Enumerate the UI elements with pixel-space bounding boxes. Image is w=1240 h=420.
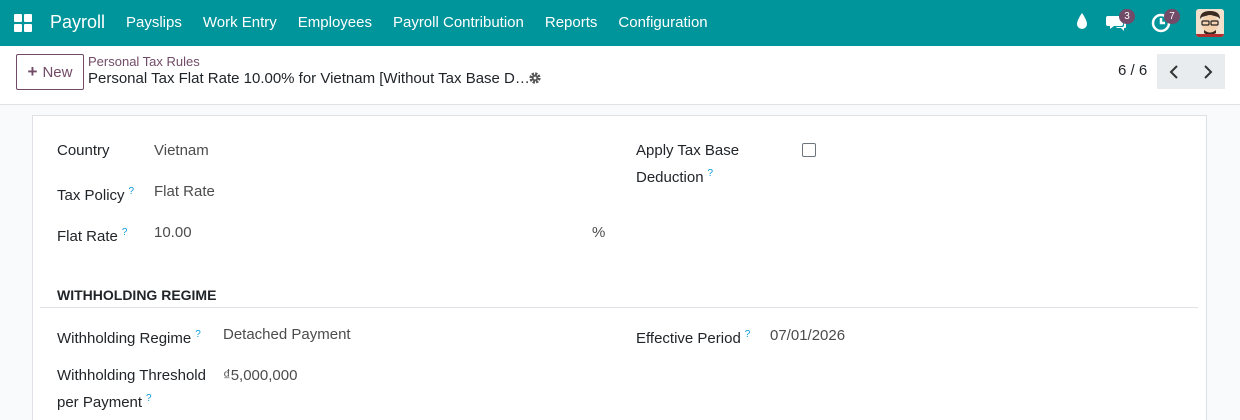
app-name[interactable]: Payroll xyxy=(50,12,105,33)
flat-rate-label: Flat Rate? xyxy=(57,221,127,248)
top-navbar: Payroll Payslips Work Entry Employees Pa… xyxy=(0,0,1240,46)
plus-icon: + xyxy=(27,62,38,81)
threshold-field[interactable]: ₫5,000,000 xyxy=(223,364,297,387)
drop-icon[interactable] xyxy=(1076,12,1088,30)
effective-period-field[interactable]: 07/01/2026 xyxy=(770,324,845,347)
apply-deduction-label-line1: Apply Tax Base xyxy=(636,142,740,159)
withholding-regime-label-text: Withholding Regime xyxy=(57,330,192,347)
menu-item-reports[interactable]: Reports xyxy=(545,14,598,31)
section-separator xyxy=(40,307,1198,308)
threshold-help-icon[interactable]: ? xyxy=(146,393,152,404)
flat-rate-label-text: Flat Rate xyxy=(57,228,118,245)
country-label: Country xyxy=(57,142,110,159)
menu-item-employees[interactable]: Employees xyxy=(298,14,372,31)
withholding-regime-label: Withholding Regime? xyxy=(57,323,201,350)
flat-rate-help-icon[interactable]: ? xyxy=(122,227,128,238)
flat-rate-unit: % xyxy=(592,224,606,241)
activities-badge: 7 xyxy=(1164,9,1180,24)
tax-policy-label-text: Tax Policy xyxy=(57,187,125,204)
tax-policy-field[interactable]: Flat Rate xyxy=(154,180,215,203)
threshold-label-text: per Payment xyxy=(57,394,143,411)
chevron-right-icon xyxy=(1204,64,1213,79)
apply-deduction-label-line2: Deduction? xyxy=(636,162,713,189)
avatar-face-icon xyxy=(1196,9,1224,37)
country-field[interactable]: Vietnam xyxy=(154,139,209,162)
messages-badge: 3 xyxy=(1119,9,1135,24)
menu-item-payroll-contribution[interactable]: Payroll Contribution xyxy=(393,14,524,31)
menu-item-work-entry[interactable]: Work Entry xyxy=(203,14,277,31)
section-title-withholding-regime: Withholding Regime xyxy=(57,287,217,303)
tax-policy-help-icon[interactable]: ? xyxy=(129,186,135,197)
menu-item-configuration[interactable]: Configuration xyxy=(618,14,707,31)
apps-menu-icon[interactable] xyxy=(14,14,32,32)
apply-deduction-help-icon[interactable]: ? xyxy=(708,168,714,179)
pager-next-button[interactable] xyxy=(1191,54,1225,89)
gear-icon[interactable] xyxy=(528,71,542,85)
withholding-regime-help-icon[interactable]: ? xyxy=(195,329,201,340)
control-panel: + New Personal Tax Rules Personal Tax Fl… xyxy=(0,46,1240,105)
pager-value: 6 / 6 xyxy=(1118,62,1148,79)
apply-deduction-checkbox[interactable] xyxy=(802,143,816,157)
new-button-label: New xyxy=(42,63,73,81)
threshold-label-line2: per Payment? xyxy=(57,387,152,414)
effective-period-label: Effective Period? xyxy=(636,323,750,350)
menu-item-payslips[interactable]: Payslips xyxy=(126,14,182,31)
apply-deduction-label-text: Deduction xyxy=(636,169,704,186)
new-button[interactable]: + New xyxy=(16,54,84,90)
tax-policy-label: Tax Policy? xyxy=(57,180,134,207)
pager-previous-button[interactable] xyxy=(1157,54,1191,89)
withholding-regime-field[interactable]: Detached Payment xyxy=(223,323,351,346)
user-avatar[interactable] xyxy=(1196,9,1224,37)
effective-period-label-text: Effective Period xyxy=(636,330,741,347)
breadcrumb-personal-tax-rules[interactable]: Personal Tax Rules xyxy=(88,54,200,69)
main-menu: Payslips Work Entry Employees Payroll Co… xyxy=(126,14,729,31)
effective-period-help-icon[interactable]: ? xyxy=(745,329,751,340)
flat-rate-field[interactable]: 10.00 xyxy=(154,221,192,244)
chevron-left-icon xyxy=(1169,64,1178,79)
record-title: Personal Tax Flat Rate 10.00% for Vietna… xyxy=(88,70,530,87)
threshold-label-line1: Withholding Threshold xyxy=(57,367,206,384)
